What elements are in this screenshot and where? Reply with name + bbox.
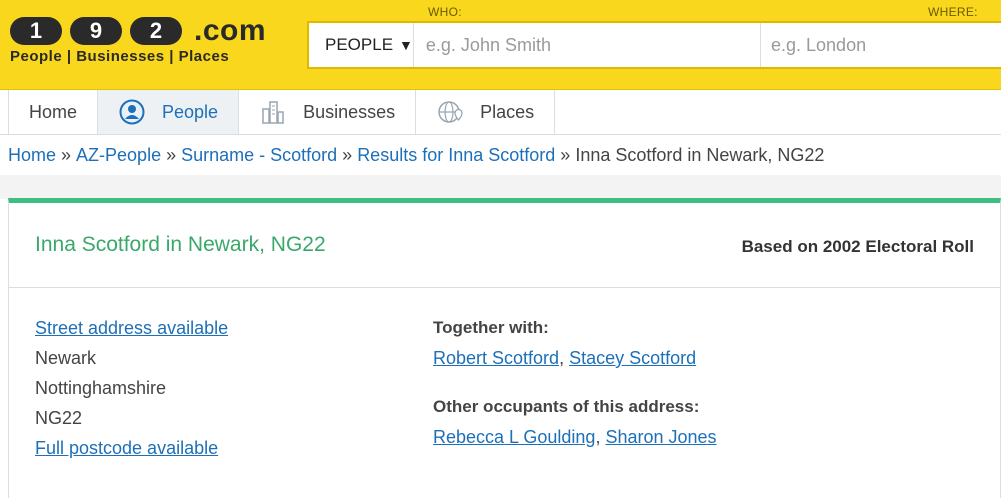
logo-digit: 1 xyxy=(10,17,62,45)
breadcrumb-results[interactable]: Results for Inna Scotford xyxy=(357,145,555,166)
who-search-input[interactable] xyxy=(413,23,761,67)
person-icon xyxy=(118,98,146,126)
person-link[interactable]: Robert Scotford xyxy=(433,348,559,368)
tab-home[interactable]: Home xyxy=(8,90,99,134)
breadcrumb-separator: » xyxy=(61,144,72,165)
logo-tagline: People | Businesses | Places xyxy=(10,48,230,65)
buildings-icon xyxy=(259,98,287,126)
tab-places[interactable]: Places xyxy=(416,90,556,134)
breadcrumb-current: Inna Scotford in Newark, NG22 xyxy=(575,144,825,165)
address-town: Newark xyxy=(35,348,97,368)
site-header: 1 9 2 .com People | Businesses | Places … xyxy=(0,0,1001,90)
record-title: Inna Scotford in Newark, NG22 xyxy=(35,233,326,256)
person-link[interactable]: Sharon Jones xyxy=(605,427,716,447)
address-postcode-area: NG22 xyxy=(35,408,83,428)
who-label: WHO: xyxy=(428,5,462,19)
breadcrumb-az-people[interactable]: AZ-People xyxy=(76,145,161,166)
logo-domain: .com xyxy=(194,14,267,47)
search-bar: PEOPLE ▼ xyxy=(307,21,1001,69)
address-county: Nottinghamshire xyxy=(35,378,167,398)
street-address-link[interactable]: Street address available xyxy=(35,318,228,338)
dropdown-arrow-icon: ▼ xyxy=(399,37,413,53)
breadcrumb-separator: » xyxy=(166,144,177,165)
breadcrumb: Home » AZ-People » Surname - Scotford » … xyxy=(0,135,1001,175)
full-postcode-link[interactable]: Full postcode available xyxy=(35,438,218,458)
person-link[interactable]: Rebecca L Goulding xyxy=(433,427,595,447)
globe-pin-icon xyxy=(436,98,464,126)
occupants-column: Together with: Robert Scotford, Stacey S… xyxy=(433,313,717,452)
record-header: Inna Scotford in Newark, NG22 Based on 2… xyxy=(9,203,1000,288)
search-type-select[interactable]: PEOPLE ▼ xyxy=(309,23,414,67)
breadcrumb-separator: » xyxy=(560,144,571,165)
tab-people[interactable]: People xyxy=(98,90,240,134)
other-occupants-list: Rebecca L Goulding, Sharon Jones xyxy=(433,422,717,452)
other-occupants-heading: Other occupants of this address: xyxy=(433,397,700,416)
address-column: Street address available Newark Nottingh… xyxy=(35,313,228,463)
main-nav: Home People Businesses Places xyxy=(0,90,1001,135)
tab-label: Home xyxy=(29,101,78,122)
logo-digit: 2 xyxy=(130,17,182,45)
tab-label: Businesses xyxy=(303,101,396,122)
breadcrumb-surname[interactable]: Surname - Scotford xyxy=(181,145,337,166)
tab-businesses[interactable]: Businesses xyxy=(239,90,417,134)
logo-digit: 9 xyxy=(70,17,122,45)
where-label: WHERE: xyxy=(928,5,978,19)
search-type-value: PEOPLE xyxy=(325,35,394,54)
list-comma: , xyxy=(559,348,570,368)
where-search-input[interactable] xyxy=(761,23,1001,67)
record-card: Inna Scotford in Newark, NG22 Based on 2… xyxy=(8,198,1001,498)
together-with-heading: Together with: xyxy=(433,318,549,337)
together-with-list: Robert Scotford, Stacey Scotford xyxy=(433,343,717,373)
site-logo[interactable]: 1 9 2 .com People | Businesses | Places xyxy=(10,14,270,76)
person-link[interactable]: Stacey Scotford xyxy=(569,348,696,368)
list-comma: , xyxy=(595,427,606,447)
tab-label: People xyxy=(162,101,219,122)
tab-label: Places xyxy=(480,101,535,122)
breadcrumb-separator: » xyxy=(342,144,353,165)
electoral-roll-note: Based on 2002 Electoral Roll xyxy=(741,237,974,256)
breadcrumb-home[interactable]: Home xyxy=(8,145,56,166)
content-background xyxy=(0,175,1001,199)
